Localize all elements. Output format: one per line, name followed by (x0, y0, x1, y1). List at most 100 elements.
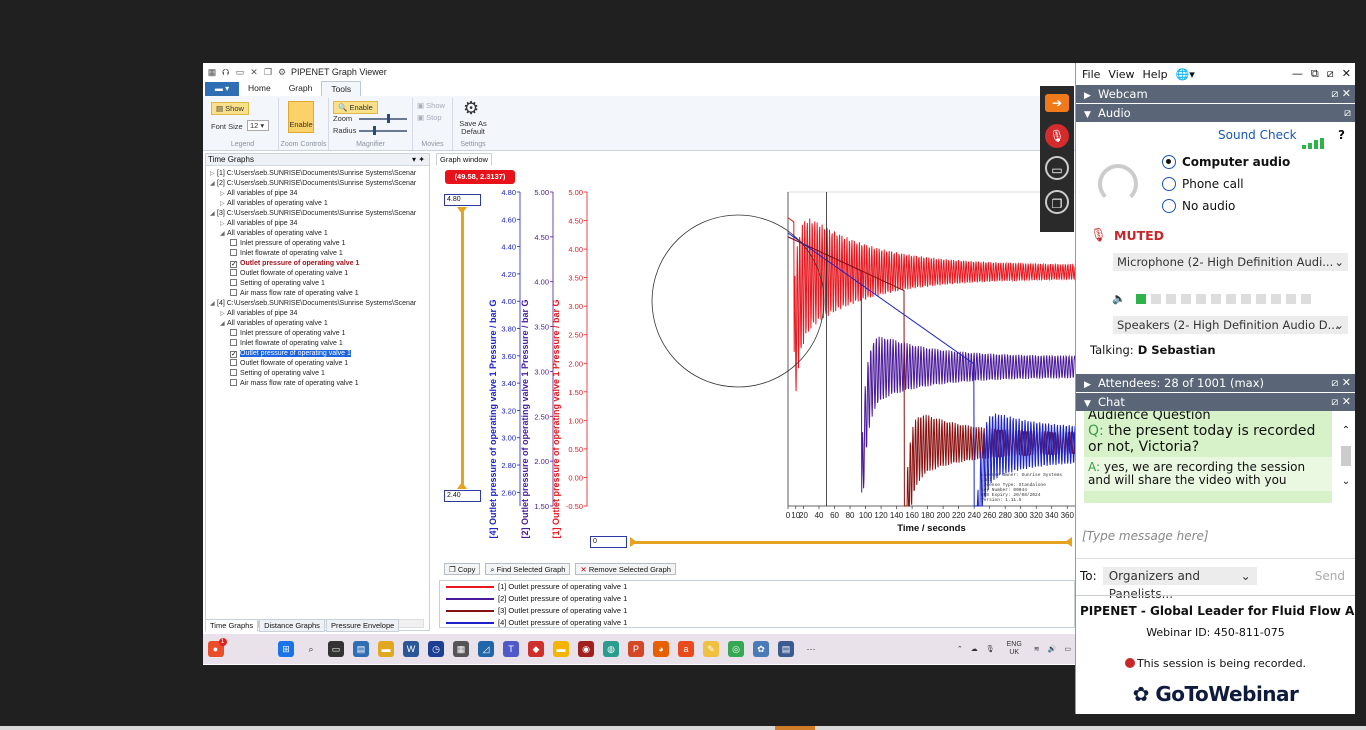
tree-checkbox[interactable] (230, 269, 237, 276)
remove-selected-graph-button[interactable]: ✕ Remove Selected Graph (575, 563, 676, 575)
expander-icon[interactable]: ▷ (220, 199, 227, 209)
tree-checkbox[interactable] (230, 249, 237, 256)
movie-show-button[interactable]: ▣ Show (417, 101, 445, 110)
expander-icon[interactable]: ◢ (220, 229, 227, 239)
legend-show-button[interactable]: ▤ Show (211, 102, 249, 115)
notes-app-icon[interactable]: ▤ (353, 641, 369, 657)
chat-scrollbar[interactable]: ⌃ ⌄ (1339, 425, 1353, 495)
gotowebinar-taskbar-icon[interactable]: ✿ (753, 641, 769, 657)
wifi-icon[interactable]: ≋ (1034, 645, 1040, 653)
tree-item[interactable]: ▷ All variables of pipe 34 (210, 309, 424, 319)
save-default-button[interactable]: Save As Default (455, 120, 491, 136)
file-menu-button[interactable]: ▬ ▾ (205, 82, 239, 96)
tab-home[interactable]: Home (239, 81, 280, 96)
radio-computer-audio[interactable]: Computer audio (1162, 155, 1290, 169)
red-app-icon[interactable]: ◆ (528, 641, 544, 657)
legend-row[interactable]: [3] Outlet pressure of operating valve 1 (440, 605, 1074, 617)
powerpoint-icon[interactable]: P (628, 641, 644, 657)
font-size-select[interactable]: 12 ▾ (247, 120, 269, 131)
start-app-icon[interactable]: ● 1 (207, 638, 227, 657)
expander-icon[interactable]: ◢ (210, 179, 217, 189)
tree-checkbox[interactable] (230, 369, 237, 376)
tree-item[interactable]: Air mass flow rate of operating valve 1 (210, 379, 424, 389)
tab-time-graphs[interactable]: Time Graphs (205, 619, 259, 632)
tree-item[interactable]: Air mass flow rate of operating valve 1 (210, 289, 424, 299)
arrow-right-icon[interactable]: ➔ (1045, 94, 1069, 112)
tree-checkbox[interactable] (230, 329, 237, 336)
chart-app-icon[interactable]: ◿ (478, 641, 494, 657)
section-popout[interactable]: ⧄ (1344, 104, 1351, 122)
tree-item[interactable]: Setting of operating valve 1 (210, 279, 424, 289)
x-range-slider[interactable] (632, 541, 1070, 544)
microphone-muted-icon[interactable]: 🎙 (1090, 228, 1107, 243)
more-apps-icon[interactable]: ⋯ (803, 641, 819, 657)
mic-tray-icon[interactable]: 🎙 (986, 645, 995, 653)
radio-phone-call[interactable]: Phone call (1162, 177, 1244, 191)
x-min-handle[interactable] (630, 537, 637, 547)
tree-checkbox[interactable] (230, 289, 237, 296)
acrobat-icon[interactable]: a (678, 641, 694, 657)
speakers-select[interactable]: Speakers (2- High Definition Audio D... ⌄ (1113, 316, 1348, 334)
tree-item[interactable]: ◢ All variables of operating valve 1 (210, 319, 424, 329)
expander-icon[interactable]: ▷ (220, 189, 227, 199)
new-icon[interactable]: ▭ (235, 67, 245, 77)
tree-checkbox[interactable] (230, 239, 237, 246)
popout-icon[interactable]: ⧄ (1327, 67, 1334, 81)
tree-checkbox[interactable] (230, 339, 237, 346)
open-icon[interactable]: ⮉ (221, 67, 231, 77)
close-file-icon[interactable]: ✕ (249, 67, 259, 77)
menu-view[interactable]: View (1108, 68, 1134, 81)
magnifier-radius-slider[interactable] (359, 126, 407, 135)
attendees-section-header[interactable]: ▶ Attendees: 28 of 1001 (max) ⧄ ✕ (1076, 374, 1355, 392)
find-selected-graph-button[interactable]: ⌕ Find Selected Graph (485, 563, 571, 575)
tree-item[interactable]: ▷ All variables of operating valve 1 (210, 199, 424, 209)
y-max-input[interactable]: 4.80 (444, 194, 481, 206)
tree-item[interactable]: ◢ All variables of operating valve 1 (210, 229, 424, 239)
tree-item[interactable]: Outlet flowrate of operating valve 1 (210, 359, 424, 369)
gear-icon[interactable]: ⚙ (463, 98, 479, 119)
calculator-icon[interactable]: ▦ (453, 641, 469, 657)
section-controls[interactable]: ⧄ ✕ (1331, 85, 1351, 103)
chat-section-header[interactable]: ▼ Chat ⧄ ✕ (1076, 393, 1355, 411)
tree-item[interactable]: ▷ All variables of pipe 34 (210, 189, 424, 199)
minimize-icon[interactable]: — (1292, 67, 1303, 81)
tree-item[interactable]: Inlet flowrate of operating valve 1 (210, 339, 424, 349)
x-min-input[interactable]: 0 (590, 536, 627, 548)
tree-item[interactable]: ◢ [4] C:\Users\seb.SUNRISE\Documents\Sunr… (210, 299, 424, 309)
copy-button[interactable]: ❐ Copy (444, 563, 481, 575)
sound-check-link[interactable]: Sound Check (1218, 128, 1297, 142)
tab-graph[interactable]: Graph (280, 81, 322, 96)
task-view-icon[interactable]: ▭ (328, 641, 344, 657)
section-controls[interactable]: ⧄ ✕ (1331, 393, 1351, 411)
tab-distance-graphs[interactable]: Distance Graphs (259, 619, 325, 632)
tree-item[interactable]: ◢ [2] C:\Users\seb.SUNRISE\Documents\Sunr… (210, 179, 424, 189)
section-controls[interactable]: ⧄ ✕ (1331, 374, 1351, 392)
zoom-enable-button[interactable]: Enable (288, 101, 314, 133)
webcam-icon[interactable]: ▭ (1045, 156, 1069, 180)
tree-item[interactable]: Setting of operating valve 1 (210, 369, 424, 379)
tree-item[interactable]: ▷ All variables of pipe 34 (210, 219, 424, 229)
copy-icon[interactable]: ❐ (263, 67, 273, 77)
restore-icon[interactable]: ⧉ (1311, 67, 1319, 81)
tree-item[interactable]: Outlet pressure of operating valve 1 (210, 349, 424, 359)
menu-file[interactable]: File (1082, 68, 1100, 81)
recorder-icon[interactable]: ◉ (578, 641, 594, 657)
magnifier-zoom-slider[interactable] (359, 114, 407, 123)
expander-icon[interactable]: ▷ (220, 219, 227, 229)
windows-start-icon[interactable]: ⊞ (278, 641, 294, 657)
expander-icon[interactable]: ◢ (220, 319, 227, 329)
menu-help[interactable]: Help (1143, 68, 1168, 81)
pipenet-taskbar-icon[interactable]: ▤ (778, 641, 794, 657)
y-range-slider[interactable] (461, 209, 464, 489)
tab-tools[interactable]: Tools (321, 81, 362, 96)
tree-item[interactable]: Inlet pressure of operating valve 1 (210, 239, 424, 249)
help-icon[interactable]: ? (1338, 128, 1345, 142)
radio-no-audio[interactable]: No audio (1162, 199, 1235, 213)
tree-checkbox[interactable] (230, 279, 237, 286)
webcam-section-header[interactable]: ▶ Webcam ⧄ ✕ (1076, 85, 1355, 103)
file-explorer-icon[interactable]: ▬ (378, 641, 394, 657)
legend-row[interactable]: [4] Outlet pressure of operating valve 1 (440, 617, 1074, 629)
chat-message-input[interactable]: [Type message here] (1082, 529, 1209, 543)
tree-item[interactable]: Inlet pressure of operating valve 1 (210, 329, 424, 339)
tree-checkbox[interactable] (230, 359, 237, 366)
